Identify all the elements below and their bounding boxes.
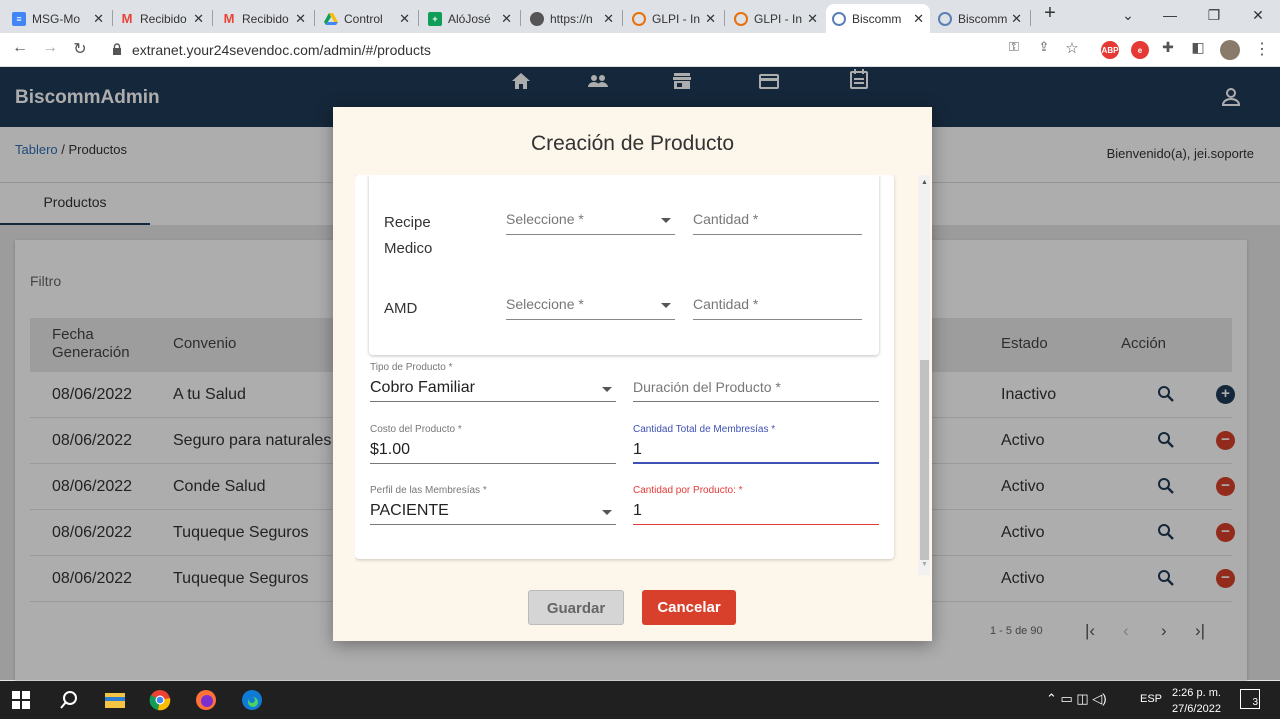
menu-icon[interactable]: ⋮ [1252, 39, 1272, 59]
browser-tab[interactable]: GLPI - In ✕ [626, 4, 722, 33]
gmail-icon: M [223, 11, 235, 26]
maximize-button[interactable]: ❐ [1194, 4, 1234, 26]
close-tab-icon[interactable]: ✕ [807, 11, 818, 27]
product-type-select[interactable]: Tipo de Producto * Cobro Familiar [370, 362, 616, 402]
edge-icon[interactable] [241, 689, 263, 711]
quantity-field[interactable]: Cantidad * [693, 211, 862, 235]
sidepanel-icon[interactable]: ◧ [1188, 39, 1208, 56]
quantity-field[interactable]: Cantidad * [693, 296, 862, 320]
close-tab-icon[interactable]: ✕ [295, 11, 306, 27]
chevron-down-icon [602, 387, 612, 392]
lock-icon [113, 43, 121, 55]
scroll-down-icon[interactable]: ▼ [921, 561, 928, 568]
language-indicator[interactable]: ESP [1140, 693, 1162, 705]
membership-profile-select[interactable]: Perfil de las Membresías * PACIENTE [370, 485, 616, 525]
globe-icon [530, 11, 544, 26]
cancel-button[interactable]: Cancelar [642, 590, 736, 625]
docs-icon: ≡ [12, 11, 26, 26]
browser-tab[interactable]: Biscomm ✕ [932, 4, 1028, 33]
chrome-icon[interactable] [149, 689, 171, 711]
browser-tab[interactable]: M Recibido ✕ [216, 4, 312, 33]
search-icon[interactable] [58, 689, 80, 711]
glpi-icon [734, 11, 748, 26]
url-text: extranet.your24sevendoc.com/admin/#/prod… [132, 42, 431, 58]
close-tab-icon[interactable]: ✕ [913, 11, 924, 27]
scrollbar[interactable]: ▲ ▼ [918, 175, 930, 575]
browser-tab[interactable]: + AlóJosé ✕ [422, 4, 518, 33]
address-bar[interactable]: extranet.your24sevendoc.com/admin/#/prod… [102, 37, 1092, 63]
puzzle-icon[interactable]: ✚ [1158, 39, 1178, 56]
windows-taskbar: ⌃ ▭ ◫ ◁) ESP 2:26 p. m. 27/6/2022 3 [0, 681, 1280, 719]
gmail-icon: M [121, 11, 133, 26]
tray-icons[interactable]: ⌃ ▭ ◫ ◁) [1046, 691, 1107, 707]
biscomm-icon [938, 11, 952, 26]
quantity-per-product-field[interactable]: Cantidad por Producto: * 1 [633, 485, 879, 525]
duration-field[interactable]: Duración del Producto * [633, 362, 879, 402]
document-name: AMD [384, 300, 418, 317]
profile-avatar[interactable] [1220, 40, 1240, 60]
bookmark-star-icon[interactable]: ☆ [1062, 39, 1082, 57]
browser-tab[interactable]: https://n ✕ [524, 4, 620, 33]
browser-tab-active[interactable]: Biscomm ✕ [826, 4, 930, 33]
browser-tab[interactable]: Control ✕ [318, 4, 416, 33]
glpi-icon [632, 11, 646, 26]
chevron-down-icon [661, 303, 671, 308]
close-tab-icon[interactable]: ✕ [501, 11, 512, 27]
minimize-button[interactable]: — [1150, 4, 1190, 26]
dialog-scroll-area: Recipe Medico Seleccione * Cantidad * AM… [355, 175, 930, 575]
close-tab-icon[interactable]: ✕ [399, 11, 410, 27]
chevron-down-icon [602, 510, 612, 515]
create-product-dialog: Creación de Producto Recipe Medico Selec… [333, 107, 932, 641]
back-icon[interactable]: ← [10, 39, 30, 57]
file-explorer-icon[interactable] [104, 689, 126, 711]
clock[interactable]: 2:26 p. m. 27/6/2022 [1172, 685, 1221, 717]
document-type-select[interactable]: Seleccione * [506, 211, 675, 235]
scrollbar-thumb[interactable] [920, 360, 929, 560]
extension-icon[interactable]: e [1131, 41, 1149, 59]
dialog-title: Creación de Producto [530, 132, 735, 155]
firefox-icon[interactable] [195, 689, 217, 711]
sheets-icon: + [428, 11, 442, 26]
close-window-button[interactable]: ✕ [1238, 4, 1278, 26]
chevron-down-icon [661, 218, 671, 223]
share-icon[interactable]: ⇪ [1034, 39, 1054, 55]
scroll-up-icon[interactable]: ▲ [921, 179, 928, 186]
tab-search-icon[interactable]: ⌄ [1108, 4, 1148, 26]
close-tab-icon[interactable]: ✕ [1011, 11, 1022, 27]
browser-tab-strip: ≡ MSG-Mo ✕ M Recibido ✕ M Recibido ✕ Control ✕ … [0, 0, 1280, 33]
reload-icon[interactable]: ↻ [70, 39, 90, 59]
adblock-icon[interactable]: ABP [1101, 41, 1119, 59]
document-name: Recipe Medico [384, 214, 433, 257]
browser-toolbar: ← → ↻ extranet.your24sevendoc.com/admin/… [0, 33, 1280, 67]
close-tab-icon[interactable]: ✕ [93, 11, 104, 27]
close-tab-icon[interactable]: ✕ [603, 11, 614, 27]
windows-start-icon[interactable] [12, 691, 30, 709]
save-button[interactable]: Guardar [528, 590, 624, 625]
new-tab-button[interactable]: + [1030, 2, 1070, 24]
drive-icon [324, 12, 338, 26]
cost-field[interactable]: Costo del Producto * $1.00 [370, 424, 616, 464]
total-memberships-field[interactable]: Cantidad Total de Membresías * 1 [633, 424, 879, 464]
key-icon[interactable]: ⚿ [1004, 39, 1024, 55]
browser-tab[interactable]: GLPI - In ✕ [728, 4, 824, 33]
browser-tab[interactable]: ≡ MSG-Mo ✕ [6, 4, 110, 33]
biscomm-icon [832, 11, 846, 26]
notification-icon[interactable]: 3 [1240, 689, 1260, 709]
close-tab-icon[interactable]: ✕ [705, 11, 716, 27]
forward-icon[interactable]: → [40, 39, 60, 57]
browser-tab[interactable]: M Recibido ✕ [114, 4, 210, 33]
product-form: Recipe Medico Seleccione * Cantidad * AM… [355, 175, 894, 559]
document-type-select[interactable]: Seleccione * [506, 296, 675, 320]
close-tab-icon[interactable]: ✕ [193, 11, 204, 27]
documents-card: Recipe Medico Seleccione * Cantidad * AM… [369, 175, 879, 355]
